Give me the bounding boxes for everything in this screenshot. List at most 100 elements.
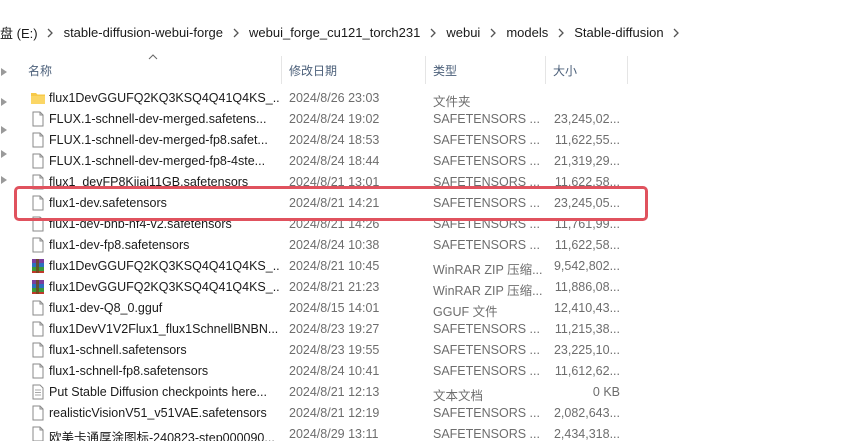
column-divider[interactable] — [425, 56, 426, 84]
file-modified-date: 2024/8/24 18:44 — [289, 154, 380, 168]
file-modified-date: 2024/8/23 19:27 — [289, 322, 380, 336]
chevron-right-icon[interactable] — [420, 25, 446, 39]
file-size: 11,215,38... — [554, 322, 620, 336]
breadcrumb-webui[interactable]: webui — [446, 25, 480, 40]
file-row[interactable]: flux1-schnell-fp8.safetensors 2024/8/24 1… — [24, 361, 634, 382]
expand-arrow-icon[interactable] — [1, 176, 7, 184]
file-row[interactable]: Put Stable Diffusion checkpoints here...… — [24, 382, 634, 403]
winrar-icon — [30, 258, 46, 275]
file-name: 欧美卡通厚涂图标-240823-step000090... — [49, 431, 275, 441]
chevron-right-icon[interactable] — [223, 25, 249, 39]
file-name: flux1-dev-Q8_0.gguf — [49, 301, 163, 315]
file-type: SAFETENSORS ... — [433, 238, 540, 252]
file-size: 21,319,29... — [553, 154, 620, 168]
breadcrumb-forge[interactable]: stable-diffusion-webui-forge — [64, 25, 223, 40]
file-icon — [30, 363, 46, 380]
file-size: 23,245,02... — [553, 112, 620, 126]
column-header-date[interactable]: 修改日期 — [289, 62, 337, 79]
file-type: SAFETENSORS ... — [433, 406, 540, 420]
breadcrumb-models[interactable]: models — [506, 25, 548, 40]
text-file-icon — [30, 384, 46, 401]
file-type: SAFETENSORS ... — [433, 364, 540, 378]
file-row[interactable]: FLUX.1-schnell-dev-merged-fp8-4ste... 202… — [24, 151, 634, 172]
file-row[interactable]: flux1DevGGUFQ2KQ3KSQ4Q41Q4KS_... 2024/8/2… — [24, 88, 634, 109]
file-name: flux1-schnell-fp8.safetensors — [49, 364, 209, 378]
column-divider[interactable] — [281, 56, 282, 84]
file-modified-date: 2024/8/26 23:03 — [289, 91, 380, 105]
file-icon — [30, 342, 46, 359]
file-icon — [30, 111, 46, 128]
file-icon — [30, 300, 46, 317]
file-size: 2,082,643... — [553, 406, 620, 420]
file-size: 11,622,58... — [554, 238, 620, 252]
file-name: flux1DevGGUFQ2KQ3KSQ4Q41Q4KS_... — [49, 259, 279, 273]
breadcrumb-drive[interactable]: 盘 (E:) — [0, 23, 38, 42]
column-header-size[interactable]: 大小 — [553, 62, 577, 79]
file-type: SAFETENSORS ... — [433, 154, 540, 168]
breadcrumb-stable-diffusion[interactable]: Stable-diffusion — [574, 25, 663, 40]
file-row[interactable]: flux1-schnell.safetensors 2024/8/23 19:55… — [24, 340, 634, 361]
file-modified-date: 2024/8/24 19:02 — [289, 112, 380, 126]
file-size: 12,410,43... — [553, 301, 620, 315]
file-name: flux1-schnell.safetensors — [49, 343, 187, 357]
file-icon — [30, 426, 46, 441]
file-type: WinRAR ZIP 压缩... — [433, 284, 543, 298]
chevron-right-icon[interactable] — [548, 25, 574, 39]
file-size: 11,622,55... — [554, 133, 620, 147]
column-divider[interactable] — [627, 56, 628, 84]
column-header-type[interactable]: 类型 — [433, 62, 457, 79]
expand-arrow-icon[interactable] — [1, 126, 7, 134]
file-name: flux1DevGGUFQ2KQ3KSQ4Q41Q4KS_... — [49, 280, 279, 294]
file-name: FLUX.1-schnell-dev-merged.safetens... — [49, 112, 267, 126]
file-modified-date: 2024/8/24 10:41 — [289, 364, 380, 378]
file-name: FLUX.1-schnell-dev-merged-fp8.safet... — [49, 133, 268, 147]
chevron-right-icon[interactable] — [38, 25, 64, 39]
column-header-name[interactable]: 名称 — [28, 62, 52, 79]
file-size: 0 KB — [592, 385, 620, 399]
winrar-icon — [30, 279, 46, 296]
file-name: realisticVisionV51_v51VAE.safetensors — [49, 406, 267, 420]
file-size: 23,225,10... — [553, 343, 620, 357]
file-size: 11,886,08... — [554, 280, 620, 294]
file-row[interactable]: flux1-dev-Q8_0.gguf 2024/8/15 14:01 GGUF 文… — [24, 298, 634, 319]
breadcrumb-torch[interactable]: webui_forge_cu121_torch231 — [249, 25, 420, 40]
chevron-right-icon[interactable] — [480, 25, 506, 39]
file-type: GGUF 文件 — [433, 305, 498, 319]
file-size: 2,434,318... — [553, 427, 620, 441]
file-size: 9,542,802... — [553, 259, 620, 273]
file-icon — [30, 132, 46, 149]
file-row[interactable]: flux1-dev-fp8.safetensors 2024/8/24 10:38… — [24, 235, 634, 256]
file-row[interactable]: realisticVisionV51_v51VAE.safetensors 202… — [24, 403, 634, 424]
file-icon — [30, 153, 46, 170]
expand-arrow-icon[interactable] — [1, 98, 7, 106]
file-type: 文本文档 — [433, 389, 484, 403]
file-row[interactable]: 欧美卡通厚涂图标-240823-step000090... 2024/8/29 1… — [24, 424, 634, 441]
file-type: SAFETENSORS ... — [433, 112, 540, 126]
file-name: FLUX.1-schnell-dev-merged-fp8-4ste... — [49, 154, 266, 168]
file-type: WinRAR ZIP 压缩... — [433, 263, 543, 277]
chevron-right-icon[interactable] — [664, 25, 690, 39]
file-modified-date: 2024/8/21 12:13 — [289, 385, 380, 399]
file-icon — [30, 321, 46, 338]
file-row[interactable]: FLUX.1-schnell-dev-merged.safetens... 202… — [24, 109, 634, 130]
file-type: SAFETENSORS ... — [433, 427, 540, 441]
file-modified-date: 2024/8/21 12:19 — [289, 406, 380, 420]
highlight-annotation — [14, 186, 648, 221]
file-icon — [30, 237, 46, 254]
file-modified-date: 2024/8/21 21:23 — [289, 280, 380, 294]
file-type: SAFETENSORS ... — [433, 133, 540, 147]
file-name: Put Stable Diffusion checkpoints here... — [49, 385, 267, 399]
file-size: 11,612,62... — [554, 364, 620, 378]
file-row[interactable]: flux1DevGGUFQ2KQ3KSQ4Q41Q4KS_... 2024/8/2… — [24, 256, 634, 277]
file-name: flux1-dev-fp8.safetensors — [49, 238, 190, 252]
column-header-bar: 名称 修改日期 类型 大小 — [0, 54, 841, 84]
expand-arrow-icon[interactable] — [1, 150, 7, 158]
file-row[interactable]: FLUX.1-schnell-dev-merged-fp8.safet... 20… — [24, 130, 634, 151]
file-type: SAFETENSORS ... — [433, 322, 540, 336]
file-row[interactable]: flux1DevGGUFQ2KQ3KSQ4Q41Q4KS_... 2024/8/2… — [24, 277, 634, 298]
file-modified-date: 2024/8/23 19:55 — [289, 343, 380, 357]
sort-ascending-icon — [148, 54, 158, 60]
column-divider[interactable] — [545, 56, 546, 84]
file-type: SAFETENSORS ... — [433, 343, 540, 357]
file-row[interactable]: flux1DevV1V2Flux1_flux1SchnellBNBN... 202… — [24, 319, 634, 340]
